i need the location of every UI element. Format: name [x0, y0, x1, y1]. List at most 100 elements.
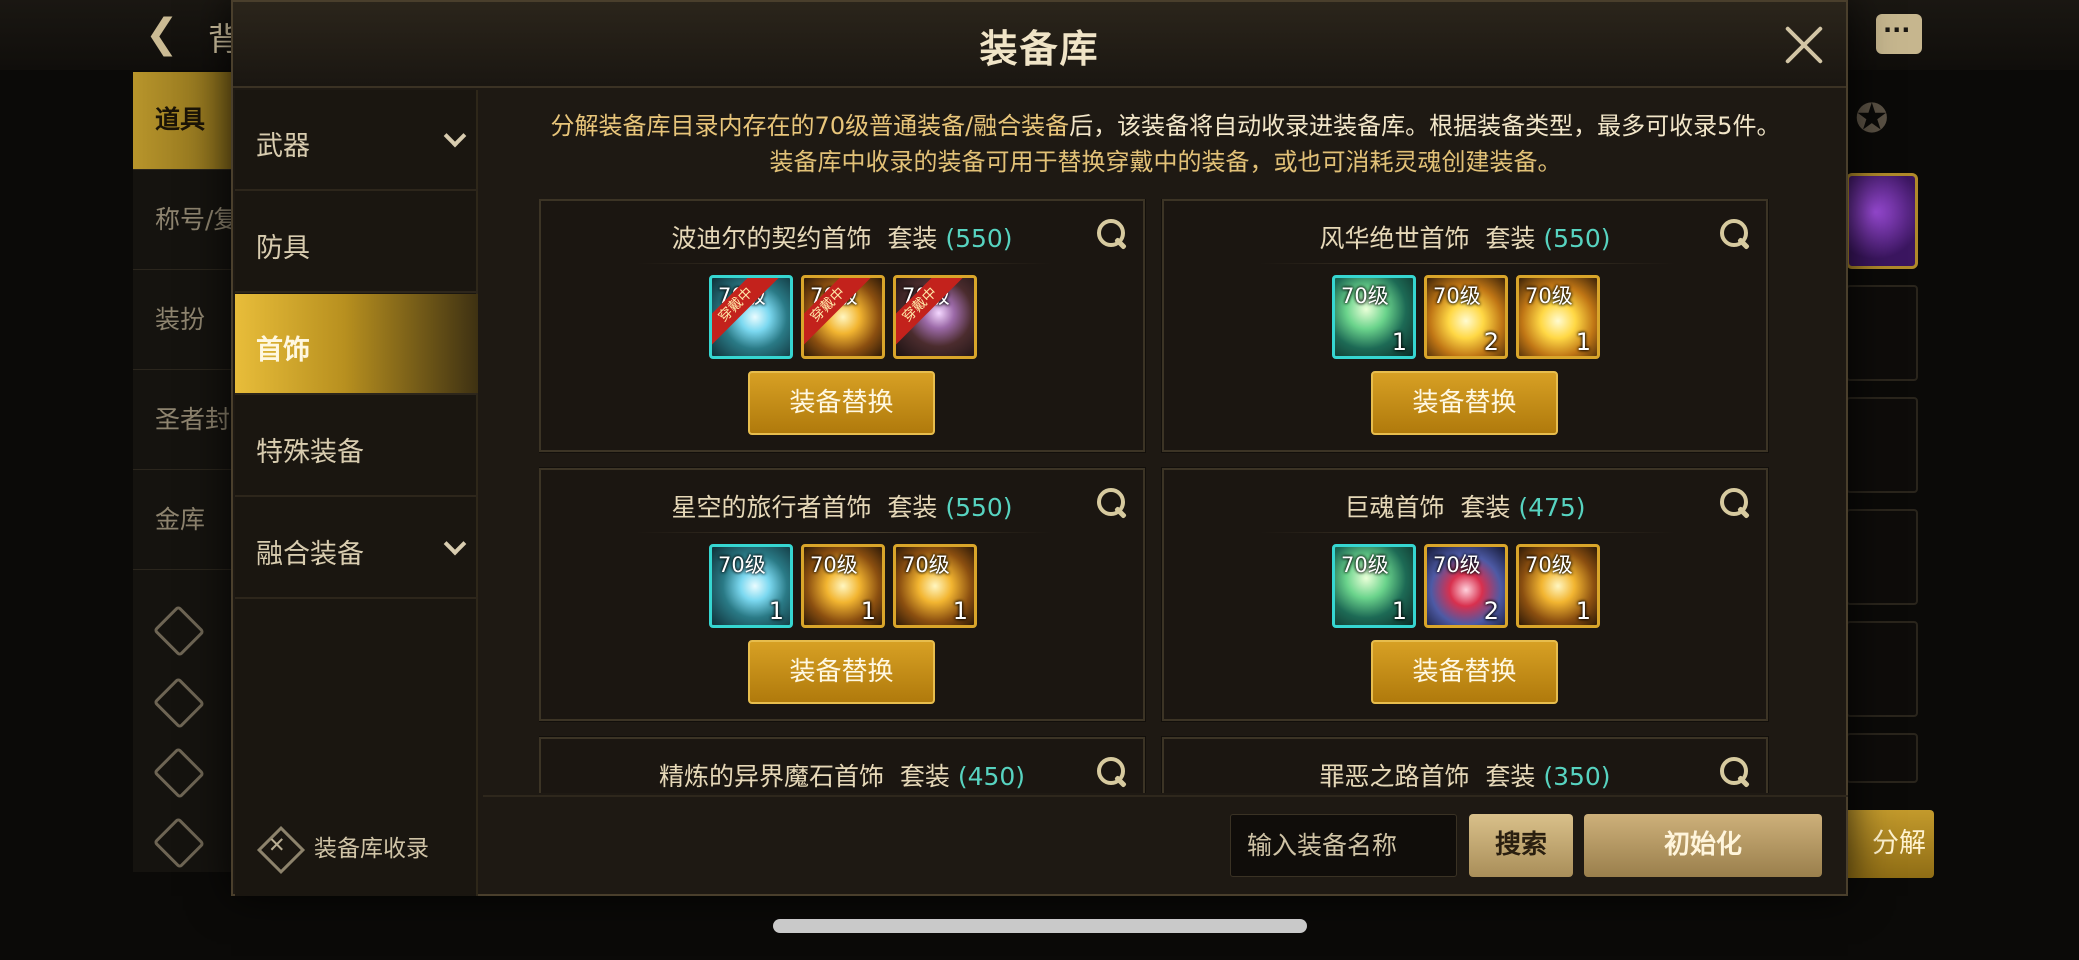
item-slot[interactable]: 70级 穿戴中	[801, 275, 885, 359]
notice-line1-highlight: 分解装备库目录内存在的70级普通装备/融合装备	[550, 112, 1070, 140]
library-collection-button[interactable]: 装备库收录	[257, 820, 467, 870]
equipment-library-modal: 装备库 武器 防具 首饰 特殊装备 融合装备 装备库收录 分解装备库目录内存在的…	[231, 0, 1848, 896]
set-card: 星空的旅行者首饰 套装 (550) 70级 1 70级 1 70级 1 装备替换	[539, 467, 1146, 722]
set-suffix: 套装	[1485, 224, 1536, 253]
item-level: 70级	[1341, 553, 1389, 577]
bg-sidebar-icon	[155, 680, 201, 720]
swap-equipment-button[interactable]: 装备替换	[748, 640, 935, 704]
magnifier-icon[interactable]	[1095, 486, 1129, 520]
nav-item-special[interactable]: 特殊装备	[235, 396, 478, 497]
nav-item-fusion[interactable]: 融合装备	[235, 498, 478, 599]
nav-item-accessory[interactable]: 首饰	[235, 294, 478, 395]
home-indicator[interactable]	[773, 919, 1307, 933]
set-name: 风华绝世首饰	[1319, 224, 1470, 253]
reset-button[interactable]: 初始化	[1584, 814, 1822, 877]
item-slot[interactable]: 70级 2	[1424, 544, 1508, 628]
item-quantity: 1	[1575, 597, 1591, 625]
magnifier-icon[interactable]	[1718, 755, 1752, 789]
item-slot[interactable]: 70级 穿戴中	[893, 275, 977, 359]
item-level: 70级	[1433, 284, 1481, 308]
item-slot[interactable]: 70级 1	[1332, 275, 1416, 359]
notice-text: 分解装备库目录内存在的70级普通装备/融合装备后，该装备将自动收录进装备库。根据…	[483, 108, 1848, 180]
collection-icon	[257, 826, 299, 868]
item-slot[interactable]: 70级 1	[1516, 275, 1600, 359]
swap-equipment-button[interactable]: 装备替换	[748, 371, 935, 435]
bg-armor-icon	[155, 820, 201, 860]
set-count: (350)	[1543, 762, 1611, 791]
chat-icon[interactable]	[1876, 14, 1922, 54]
bg-inventory-slot[interactable]	[1846, 621, 1918, 717]
nav-label: 武器	[256, 131, 310, 162]
item-slots: 70级 1 70级 1 70级 1	[709, 544, 979, 630]
bg-inventory-slot[interactable]	[1846, 173, 1918, 269]
nav-label: 特殊装备	[256, 437, 364, 468]
set-title: 精炼的异界魔石首饰 套装 (450)	[541, 757, 1143, 793]
item-level: 70级	[718, 553, 766, 577]
item-level: 70级	[1341, 284, 1389, 308]
bg-sidebar-icon	[155, 750, 201, 790]
set-title: 罪恶之路首饰 套装 (350)	[1164, 757, 1766, 793]
notice-line1: 后，该装备将自动收录进装备库。根据装备类型，最多可收录5件。	[1069, 112, 1781, 140]
item-slots: 70级 1 70级 2 70级 1	[1332, 544, 1602, 630]
modal-header: 装备库	[233, 2, 1846, 88]
divider	[1259, 263, 1675, 264]
item-quantity: 2	[1483, 597, 1499, 625]
divider	[636, 263, 1052, 264]
magnifier-icon[interactable]	[1095, 217, 1129, 251]
magnifier-icon[interactable]	[1718, 217, 1752, 251]
item-slot[interactable]: 70级 1	[1332, 544, 1416, 628]
item-level: 70级	[1433, 553, 1481, 577]
set-card: 精炼的异界魔石首饰 套装 (450)	[539, 736, 1146, 793]
nav-item-armor[interactable]: 防具	[235, 192, 478, 293]
item-quantity: 1	[1391, 328, 1407, 356]
set-card: 风华绝世首饰 套装 (550) 70级 1 70级 2 70级 1 装备替换	[1161, 199, 1769, 453]
item-slot[interactable]: 70级 1	[801, 544, 885, 628]
set-title: 星空的旅行者首饰 套装 (550)	[541, 488, 1143, 524]
set-suffix: 套装	[899, 762, 950, 791]
item-quantity: 1	[952, 597, 968, 625]
magnifier-icon[interactable]	[1718, 486, 1752, 520]
nav-item-weapon[interactable]: 武器	[235, 90, 478, 191]
item-slot[interactable]: 70级 2	[1424, 275, 1508, 359]
bg-inventory-slot[interactable]	[1846, 733, 1918, 783]
bg-inventory-slot[interactable]	[1846, 285, 1918, 381]
set-name: 罪恶之路首饰	[1319, 762, 1470, 791]
swap-equipment-button[interactable]: 装备替换	[1371, 640, 1558, 704]
set-suffix: 套装	[1485, 762, 1536, 791]
item-slot[interactable]: 70级 穿戴中	[709, 275, 793, 359]
item-slot[interactable]: 70级 1	[1516, 544, 1600, 628]
set-name: 精炼的异界魔石首饰	[658, 762, 884, 791]
item-quantity: 1	[860, 597, 876, 625]
item-level: 70级	[810, 553, 858, 577]
set-name: 巨魂首饰	[1344, 493, 1445, 522]
pentagram-icon: ✪	[1855, 96, 1889, 142]
notice-line2: 装备库中收录的装备可用于替换穿戴中的装备，或也可消耗灵魂创建装备。	[769, 148, 1562, 176]
equipment-search-input[interactable]	[1230, 814, 1457, 877]
bg-inventory-slot[interactable]	[1846, 509, 1918, 605]
item-slot[interactable]: 70级 1	[709, 544, 793, 628]
back-arrow-icon[interactable]: ❮	[145, 12, 195, 56]
set-card: 巨魂首饰 套装 (475) 70级 1 70级 2 70级 1 装备替换	[1161, 467, 1769, 722]
set-suffix: 套装	[887, 493, 938, 522]
swap-equipment-button[interactable]: 装备替换	[1371, 371, 1558, 435]
decompose-button[interactable]: 分解	[1838, 810, 1934, 878]
bg-inventory-slot[interactable]	[1846, 397, 1918, 493]
close-icon[interactable]	[1783, 24, 1825, 66]
chevron-down-icon	[443, 532, 467, 556]
item-level: 70级	[902, 553, 950, 577]
set-count: (450)	[957, 762, 1026, 791]
set-title: 风华绝世首饰 套装 (550)	[1164, 219, 1766, 255]
set-card: 波迪尔的契约首饰 套装 (550) 70级 穿戴中 70级 穿戴中 70级 穿戴…	[539, 199, 1146, 453]
set-count: (475)	[1518, 493, 1586, 522]
item-quantity: 1	[768, 597, 784, 625]
set-count: (550)	[1543, 224, 1611, 253]
item-slots: 70级 穿戴中 70级 穿戴中 70级 穿戴中	[709, 275, 979, 361]
item-quantity: 2	[1483, 328, 1499, 356]
search-button[interactable]: 搜索	[1469, 814, 1573, 877]
library-collection-label: 装备库收录	[314, 836, 429, 862]
magnifier-icon[interactable]	[1095, 755, 1129, 789]
item-slot[interactable]: 70级 1	[893, 544, 977, 628]
set-suffix: 套装	[1460, 493, 1511, 522]
chevron-down-icon	[443, 124, 467, 148]
set-count: (550)	[945, 493, 1013, 522]
